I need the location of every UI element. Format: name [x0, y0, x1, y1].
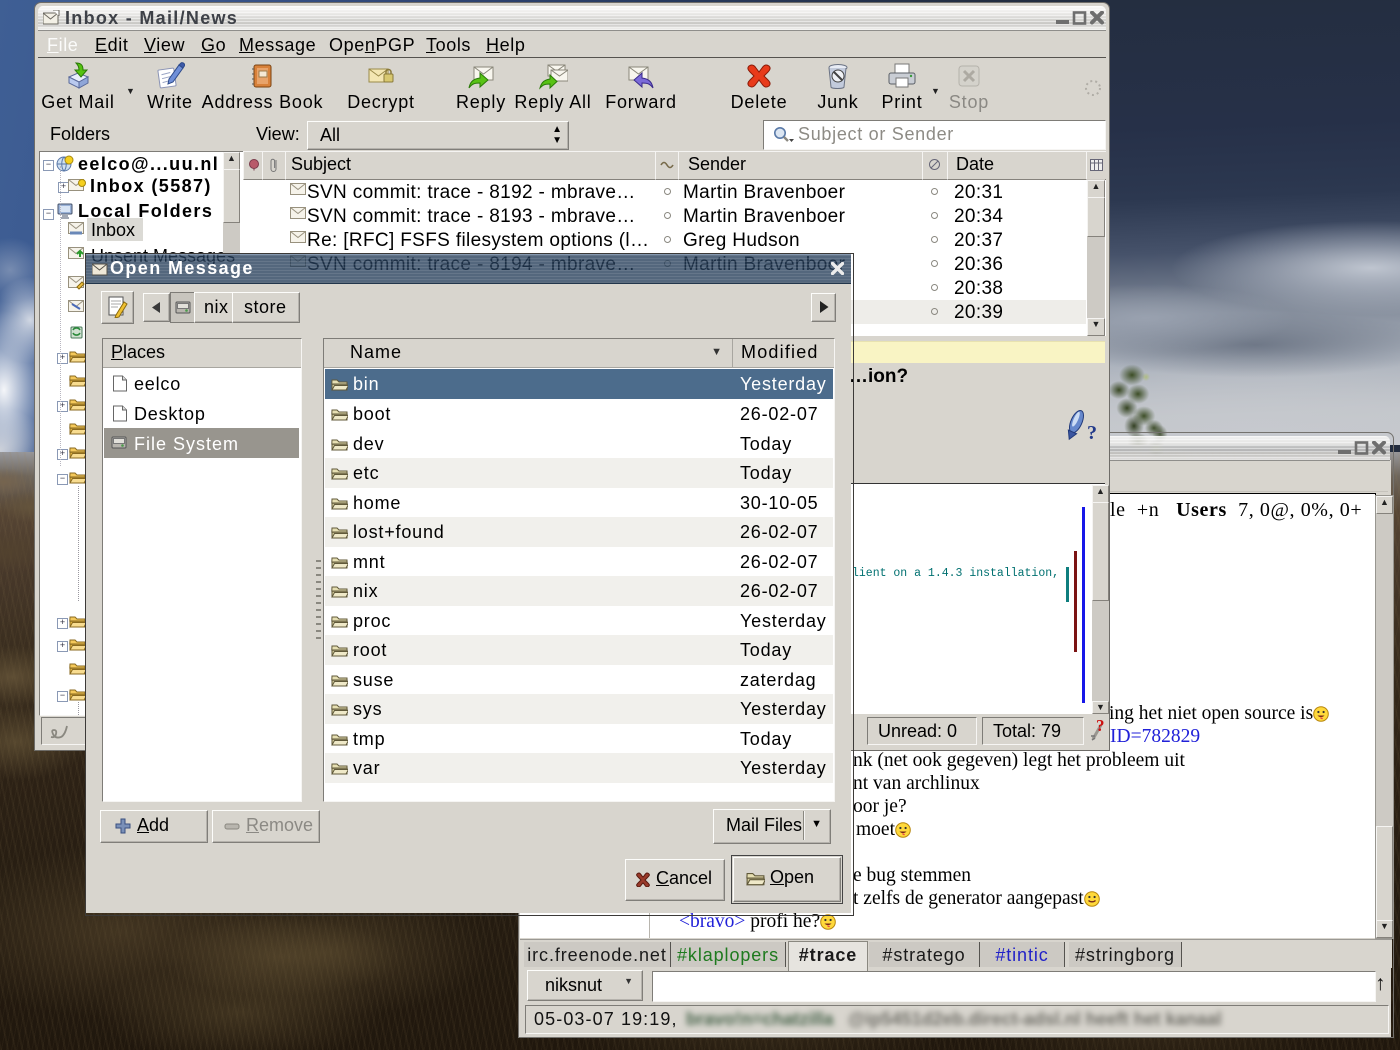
svg-text:?: ? — [1096, 716, 1105, 735]
svg-text:?: ? — [1087, 422, 1097, 443]
